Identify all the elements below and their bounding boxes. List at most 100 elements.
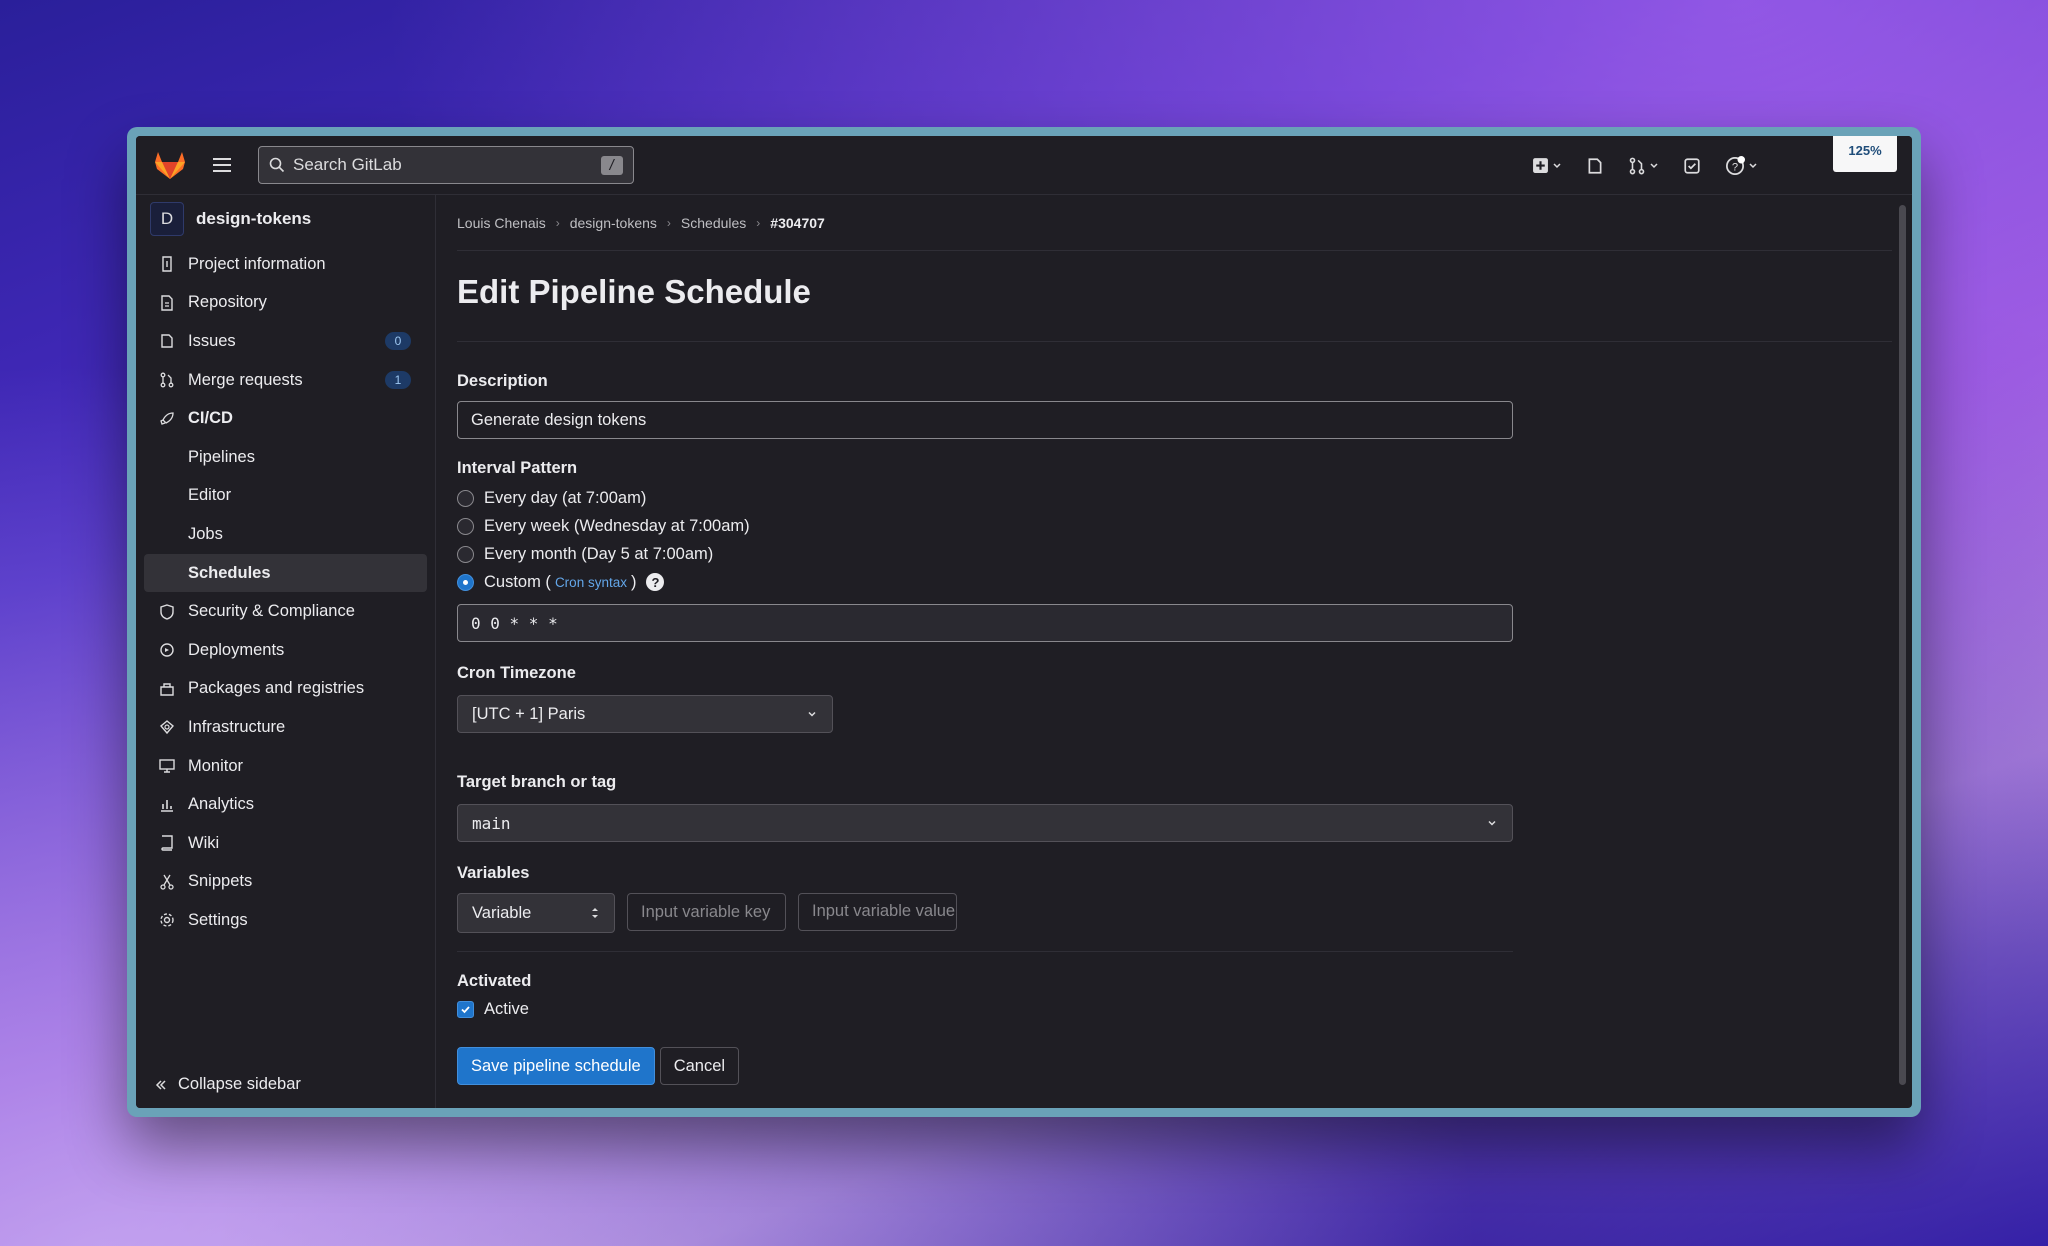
scissors-icon	[158, 873, 176, 891]
sidebar-item-label: Project information	[188, 254, 326, 273]
top-bar: Search GitLab / ? 125%	[136, 136, 1912, 195]
active-checkbox-row[interactable]: Active	[457, 995, 1912, 1023]
main-content: Louis Chenais › design-tokens › Schedule…	[437, 195, 1912, 1108]
project-avatar: D	[150, 202, 184, 236]
interval-option-label: Every month (Day 5 at 7:00am)	[484, 544, 714, 563]
radio-daily[interactable]	[457, 489, 474, 507]
sidebar-item-monitor[interactable]: Monitor	[136, 747, 435, 786]
sidebar-item-repository[interactable]: Repository	[136, 284, 435, 323]
form-actions: Save pipeline schedule Cancel	[457, 1047, 1912, 1085]
variable-value-textarea[interactable]: Input variable value	[798, 893, 957, 931]
description-label: Description	[457, 372, 548, 390]
timezone-value: [UTC + 1] Paris	[472, 704, 586, 723]
radio-custom[interactable]	[457, 573, 474, 591]
interval-option-custom[interactable]: Custom ( Cron syntax ) ?	[457, 568, 1912, 596]
todo-button[interactable]	[1683, 157, 1701, 175]
collapse-sidebar-button[interactable]: Collapse sidebar	[154, 1075, 301, 1094]
sidebar-item-security-compliance[interactable]: Security & Compliance	[136, 592, 435, 631]
variables-label: Variables	[457, 864, 530, 882]
search-input[interactable]: Search GitLab /	[258, 146, 634, 184]
sidebar-item-wiki[interactable]: Wiki	[136, 824, 435, 863]
zoom-level-badge: 125%	[1833, 136, 1897, 172]
chevron-down-icon	[1749, 162, 1757, 168]
issues-button[interactable]	[1586, 157, 1604, 175]
menu-icon[interactable]	[208, 151, 236, 179]
sidebar: D design-tokens Project information Repo…	[136, 195, 436, 1108]
variable-key-input[interactable]: Input variable key	[627, 893, 786, 931]
sidebar-item-jobs[interactable]: Jobs	[136, 515, 435, 554]
radio-weekly[interactable]	[457, 517, 474, 535]
sidebar-item-label: Issues	[188, 331, 236, 350]
sidebar-item-snippets[interactable]: Snippets	[136, 863, 435, 902]
browser-frame: Search GitLab / ? 125% D design-tokens P…	[127, 127, 1921, 1117]
help-icon[interactable]: ?	[646, 573, 665, 591]
activated-label: Activated	[457, 972, 532, 990]
info-icon	[158, 255, 176, 273]
breadcrumb-item[interactable]: Schedules	[681, 215, 746, 231]
cloud-icon	[158, 718, 176, 736]
interval-option-monthly[interactable]: Every month (Day 5 at 7:00am)	[457, 540, 1912, 568]
active-checkbox[interactable]	[457, 1000, 474, 1018]
cron-syntax-link[interactable]: Cron syntax	[555, 575, 627, 590]
sidebar-item-infrastructure[interactable]: Infrastructure	[136, 708, 435, 747]
chart-icon	[158, 796, 176, 814]
todo-icon	[1684, 157, 1700, 174]
sidebar-item-settings[interactable]: Settings	[136, 901, 435, 940]
merge-request-icon	[1629, 157, 1645, 174]
radio-monthly[interactable]	[457, 545, 474, 563]
interval-option-weekly[interactable]: Every week (Wednesday at 7:00am)	[457, 512, 1912, 540]
issues-icon	[158, 332, 176, 350]
target-branch-value: main	[472, 813, 511, 833]
rocket-icon	[158, 410, 176, 428]
breadcrumb: Louis Chenais › design-tokens › Schedule…	[457, 195, 1892, 251]
svg-text:?: ?	[1732, 161, 1738, 173]
issues-icon	[1588, 157, 1602, 174]
check-icon	[461, 1005, 470, 1013]
project-name: design-tokens	[196, 209, 312, 228]
page-title: Edit Pipeline Schedule	[457, 251, 1892, 342]
interval-radio-group: Every day (at 7:00am) Every week (Wednes…	[457, 484, 1912, 596]
double-chevron-left-icon	[155, 1079, 166, 1090]
description-input[interactable]: Generate design tokens	[457, 401, 1513, 439]
variable-type-select[interactable]: Variable	[457, 893, 615, 933]
sidebar-item-issues[interactable]: Issues 0	[136, 322, 435, 361]
sidebar-item-schedules[interactable]: Schedules	[144, 553, 427, 593]
active-label: Active	[484, 999, 529, 1018]
interval-option-daily[interactable]: Every day (at 7:00am)	[457, 484, 1912, 512]
sidebar-item-project-information[interactable]: Project information	[136, 245, 435, 284]
breadcrumb-current[interactable]: #304707	[770, 215, 825, 231]
sidebar-item-label: Deployments	[188, 640, 285, 659]
search-icon	[269, 157, 285, 173]
sidebar-item-deployments[interactable]: Deployments	[136, 631, 435, 670]
sidebar-item-analytics[interactable]: Analytics	[136, 785, 435, 824]
shield-icon	[158, 603, 176, 621]
variables-divider	[457, 951, 1513, 952]
cron-pattern-input[interactable]: 0 0 * * *	[457, 604, 1513, 642]
sidebar-item-label: Merge requests	[188, 370, 303, 389]
sidebar-item-pipelines[interactable]: Pipelines	[136, 438, 435, 477]
target-branch-dropdown[interactable]: main	[457, 804, 1513, 842]
target-branch-label: Target branch or tag	[457, 773, 617, 791]
main-scrollbar[interactable]	[1899, 205, 1906, 1085]
sidebar-item-cicd[interactable]: CI/CD	[136, 399, 435, 438]
breadcrumb-item[interactable]: design-tokens	[570, 215, 657, 231]
sidebar-item-editor[interactable]: Editor	[136, 477, 435, 516]
timezone-dropdown[interactable]: [UTC + 1] Paris	[457, 695, 833, 733]
sidebar-item-packages-registries[interactable]: Packages and registries	[136, 670, 435, 709]
merge-requests-count-badge: 1	[385, 371, 411, 390]
save-pipeline-schedule-button[interactable]: Save pipeline schedule	[457, 1047, 655, 1085]
help-button[interactable]: ?	[1725, 155, 1758, 176]
help-icon: ?	[1726, 155, 1745, 175]
breadcrumb-item[interactable]: Louis Chenais	[457, 215, 546, 231]
sidebar-item-merge-requests[interactable]: Merge requests 1	[136, 361, 435, 400]
search-placeholder: Search GitLab	[293, 155, 402, 174]
create-new-button[interactable]	[1532, 157, 1562, 174]
gitlab-logo-icon[interactable]	[150, 145, 190, 185]
monitor-icon	[158, 757, 176, 775]
plus-square-icon	[1533, 158, 1548, 173]
merge-requests-button[interactable]	[1628, 157, 1659, 175]
breadcrumb-separator-icon: ›	[756, 215, 761, 230]
collapse-sidebar-label: Collapse sidebar	[178, 1075, 301, 1093]
cancel-button[interactable]: Cancel	[659, 1047, 740, 1085]
project-header[interactable]: D design-tokens	[136, 195, 435, 243]
